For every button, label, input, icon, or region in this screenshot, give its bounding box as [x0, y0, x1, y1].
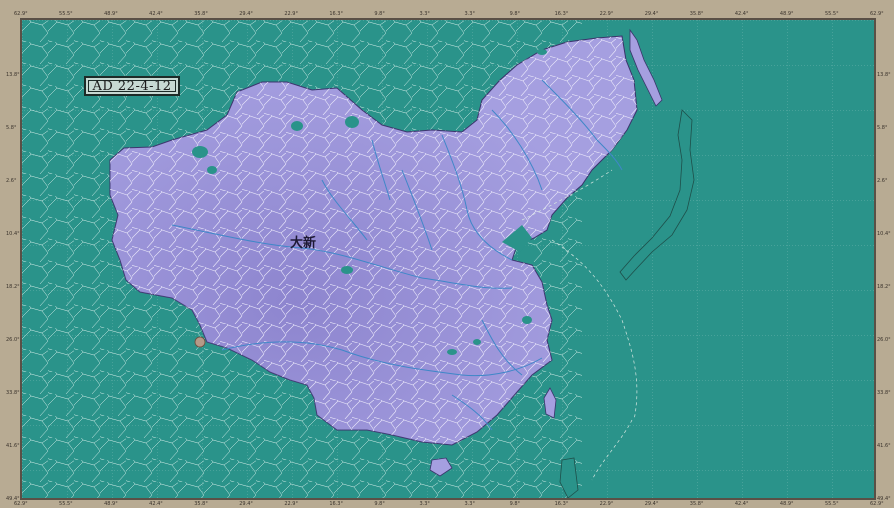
right-tick-label: 26.0°: [877, 337, 891, 343]
right-tick-label: 10.4°: [877, 231, 891, 237]
bottom-tick-label: 3.3°: [464, 501, 475, 507]
top-tick-label: 16.3°: [329, 11, 343, 17]
left-tick-label: 33.8°: [6, 390, 20, 396]
right-tick-label: 5.8°: [877, 125, 888, 131]
map-frame: 62.9° 55.5° 48.9° 42.4° 35.8° 29.4° 22.9° 16.3°…: [0, 0, 894, 508]
bottom-tick-label: 3.3°: [419, 501, 430, 507]
bottom-tick-label: 9.8°: [509, 501, 521, 507]
bottom-tick-label: 35.8°: [689, 501, 704, 507]
lake: [473, 339, 481, 345]
right-tick-label: 33.8°: [877, 390, 891, 396]
bottom-tick-label: 16.3°: [329, 501, 343, 507]
left-tick-label: 18.2°: [6, 284, 20, 290]
top-tick-label: 62.9°: [14, 11, 28, 17]
top-tick-label: 55.5°: [824, 11, 839, 17]
top-tick-label: 42.4°: [149, 11, 163, 17]
top-tick-label: 35.8°: [194, 11, 208, 17]
top-tick-label: 9.8°: [374, 11, 385, 17]
bottom-tick-label: 55.5°: [824, 501, 839, 507]
bottom-tick-label: 42.4°: [734, 501, 749, 507]
left-tick-label: 41.6°: [6, 443, 20, 449]
country-label[interactable]: 大新: [290, 232, 316, 251]
top-tick-label: 29.4°: [644, 11, 659, 17]
top-tick-label: 3.3°: [464, 11, 475, 17]
left-tick-label: 2.6°: [6, 178, 17, 184]
left-tick-label: 13.8°: [6, 72, 20, 78]
bottom-tick-label: 48.9°: [779, 501, 794, 507]
lake: [447, 349, 457, 355]
lake: [207, 166, 217, 174]
right-tick-label: 13.8°: [877, 72, 891, 78]
right-tick-label: 49.4°: [877, 496, 891, 502]
lake: [345, 116, 359, 128]
bottom-tick-label: 9.8°: [374, 501, 385, 507]
left-tick-label: 10.4°: [6, 231, 20, 237]
top-tick-label: 16.3°: [554, 11, 569, 17]
left-tick-label: 26.0°: [6, 337, 20, 343]
bottom-tick-label: 48.9°: [104, 501, 118, 507]
bottom-tick-label: 29.4°: [644, 501, 659, 507]
lake: [291, 121, 303, 131]
lake: [522, 316, 532, 324]
bottom-tick-label: 35.8°: [194, 501, 208, 507]
left-tick-label: 5.8°: [6, 125, 17, 131]
top-tick-label: 62.9°: [870, 11, 884, 17]
bottom-tick-label: 22.9°: [599, 501, 614, 507]
left-tick-label: 49.4°: [6, 496, 20, 502]
top-tick-label: 22.9°: [599, 11, 614, 17]
top-tick-label: 22.9°: [284, 11, 298, 17]
bottom-tick-label: 42.4°: [149, 501, 163, 507]
bottom-tick-label: 16.3°: [554, 501, 569, 507]
top-tick-label: 3.3°: [419, 11, 430, 17]
top-tick-label: 9.8°: [509, 11, 521, 17]
top-tick-label: 48.9°: [104, 11, 118, 17]
date-text: AD 22-4-12: [92, 78, 172, 94]
top-tick-label: 29.4°: [239, 11, 253, 17]
bottom-tick-label: 29.4°: [239, 501, 253, 507]
lake: [537, 49, 547, 55]
lake: [192, 146, 208, 158]
top-tick-label: 35.8°: [689, 11, 704, 17]
date-label: AD 22-4-12: [84, 76, 180, 96]
right-tick-label: 2.6°: [877, 178, 888, 184]
right-tick-label: 18.2°: [877, 284, 891, 290]
top-tick-label: 55.5°: [59, 11, 73, 17]
lake: [341, 266, 353, 274]
right-tick-label: 41.6°: [877, 443, 891, 449]
bottom-tick-label: 22.9°: [284, 501, 298, 507]
highlighted-province[interactable]: [194, 336, 206, 348]
top-tick-label: 48.9°: [779, 11, 794, 17]
bottom-tick-label: 55.5°: [59, 501, 73, 507]
top-tick-label: 42.4°: [734, 11, 749, 17]
